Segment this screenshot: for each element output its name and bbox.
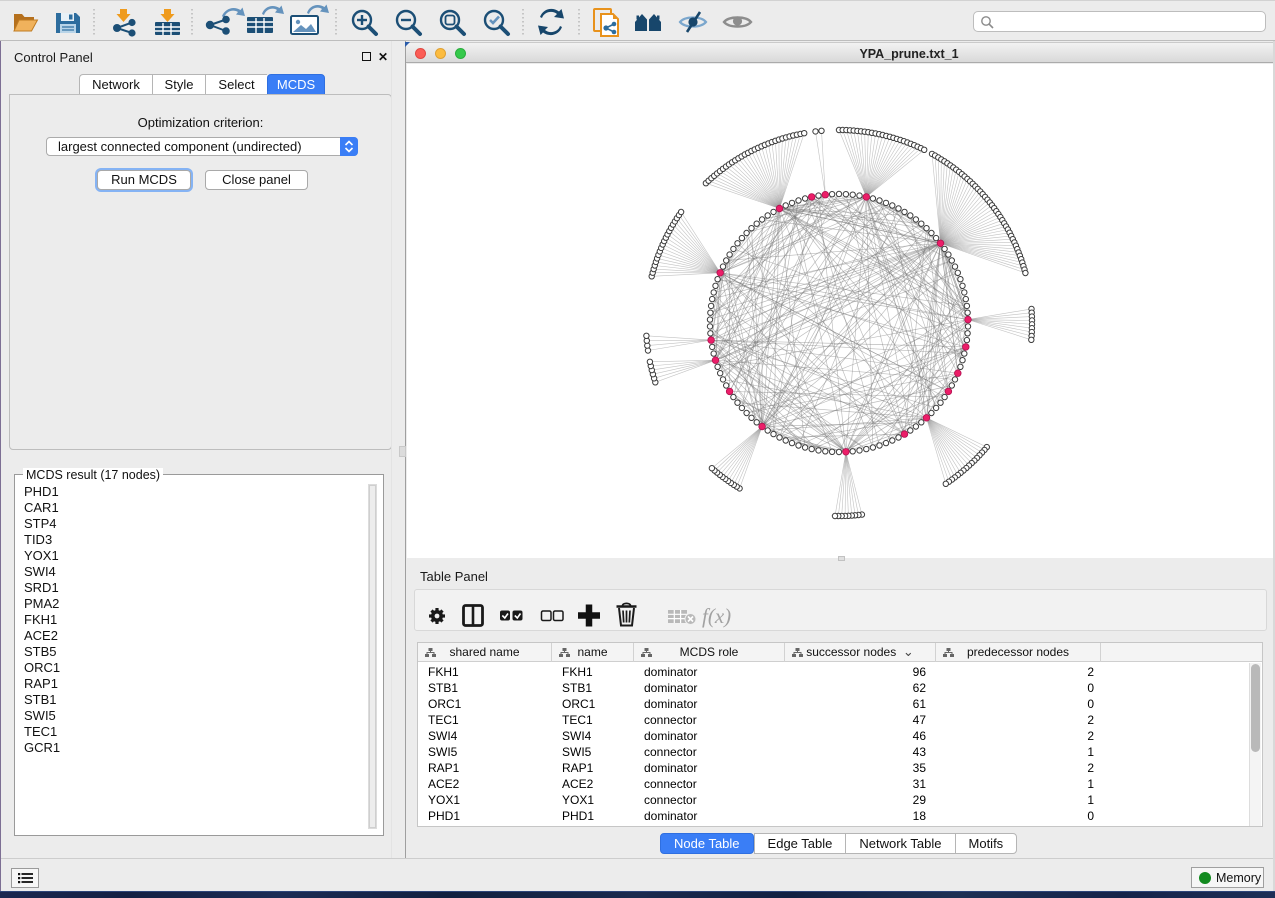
svg-text:f(x): f(x) — [702, 604, 731, 628]
